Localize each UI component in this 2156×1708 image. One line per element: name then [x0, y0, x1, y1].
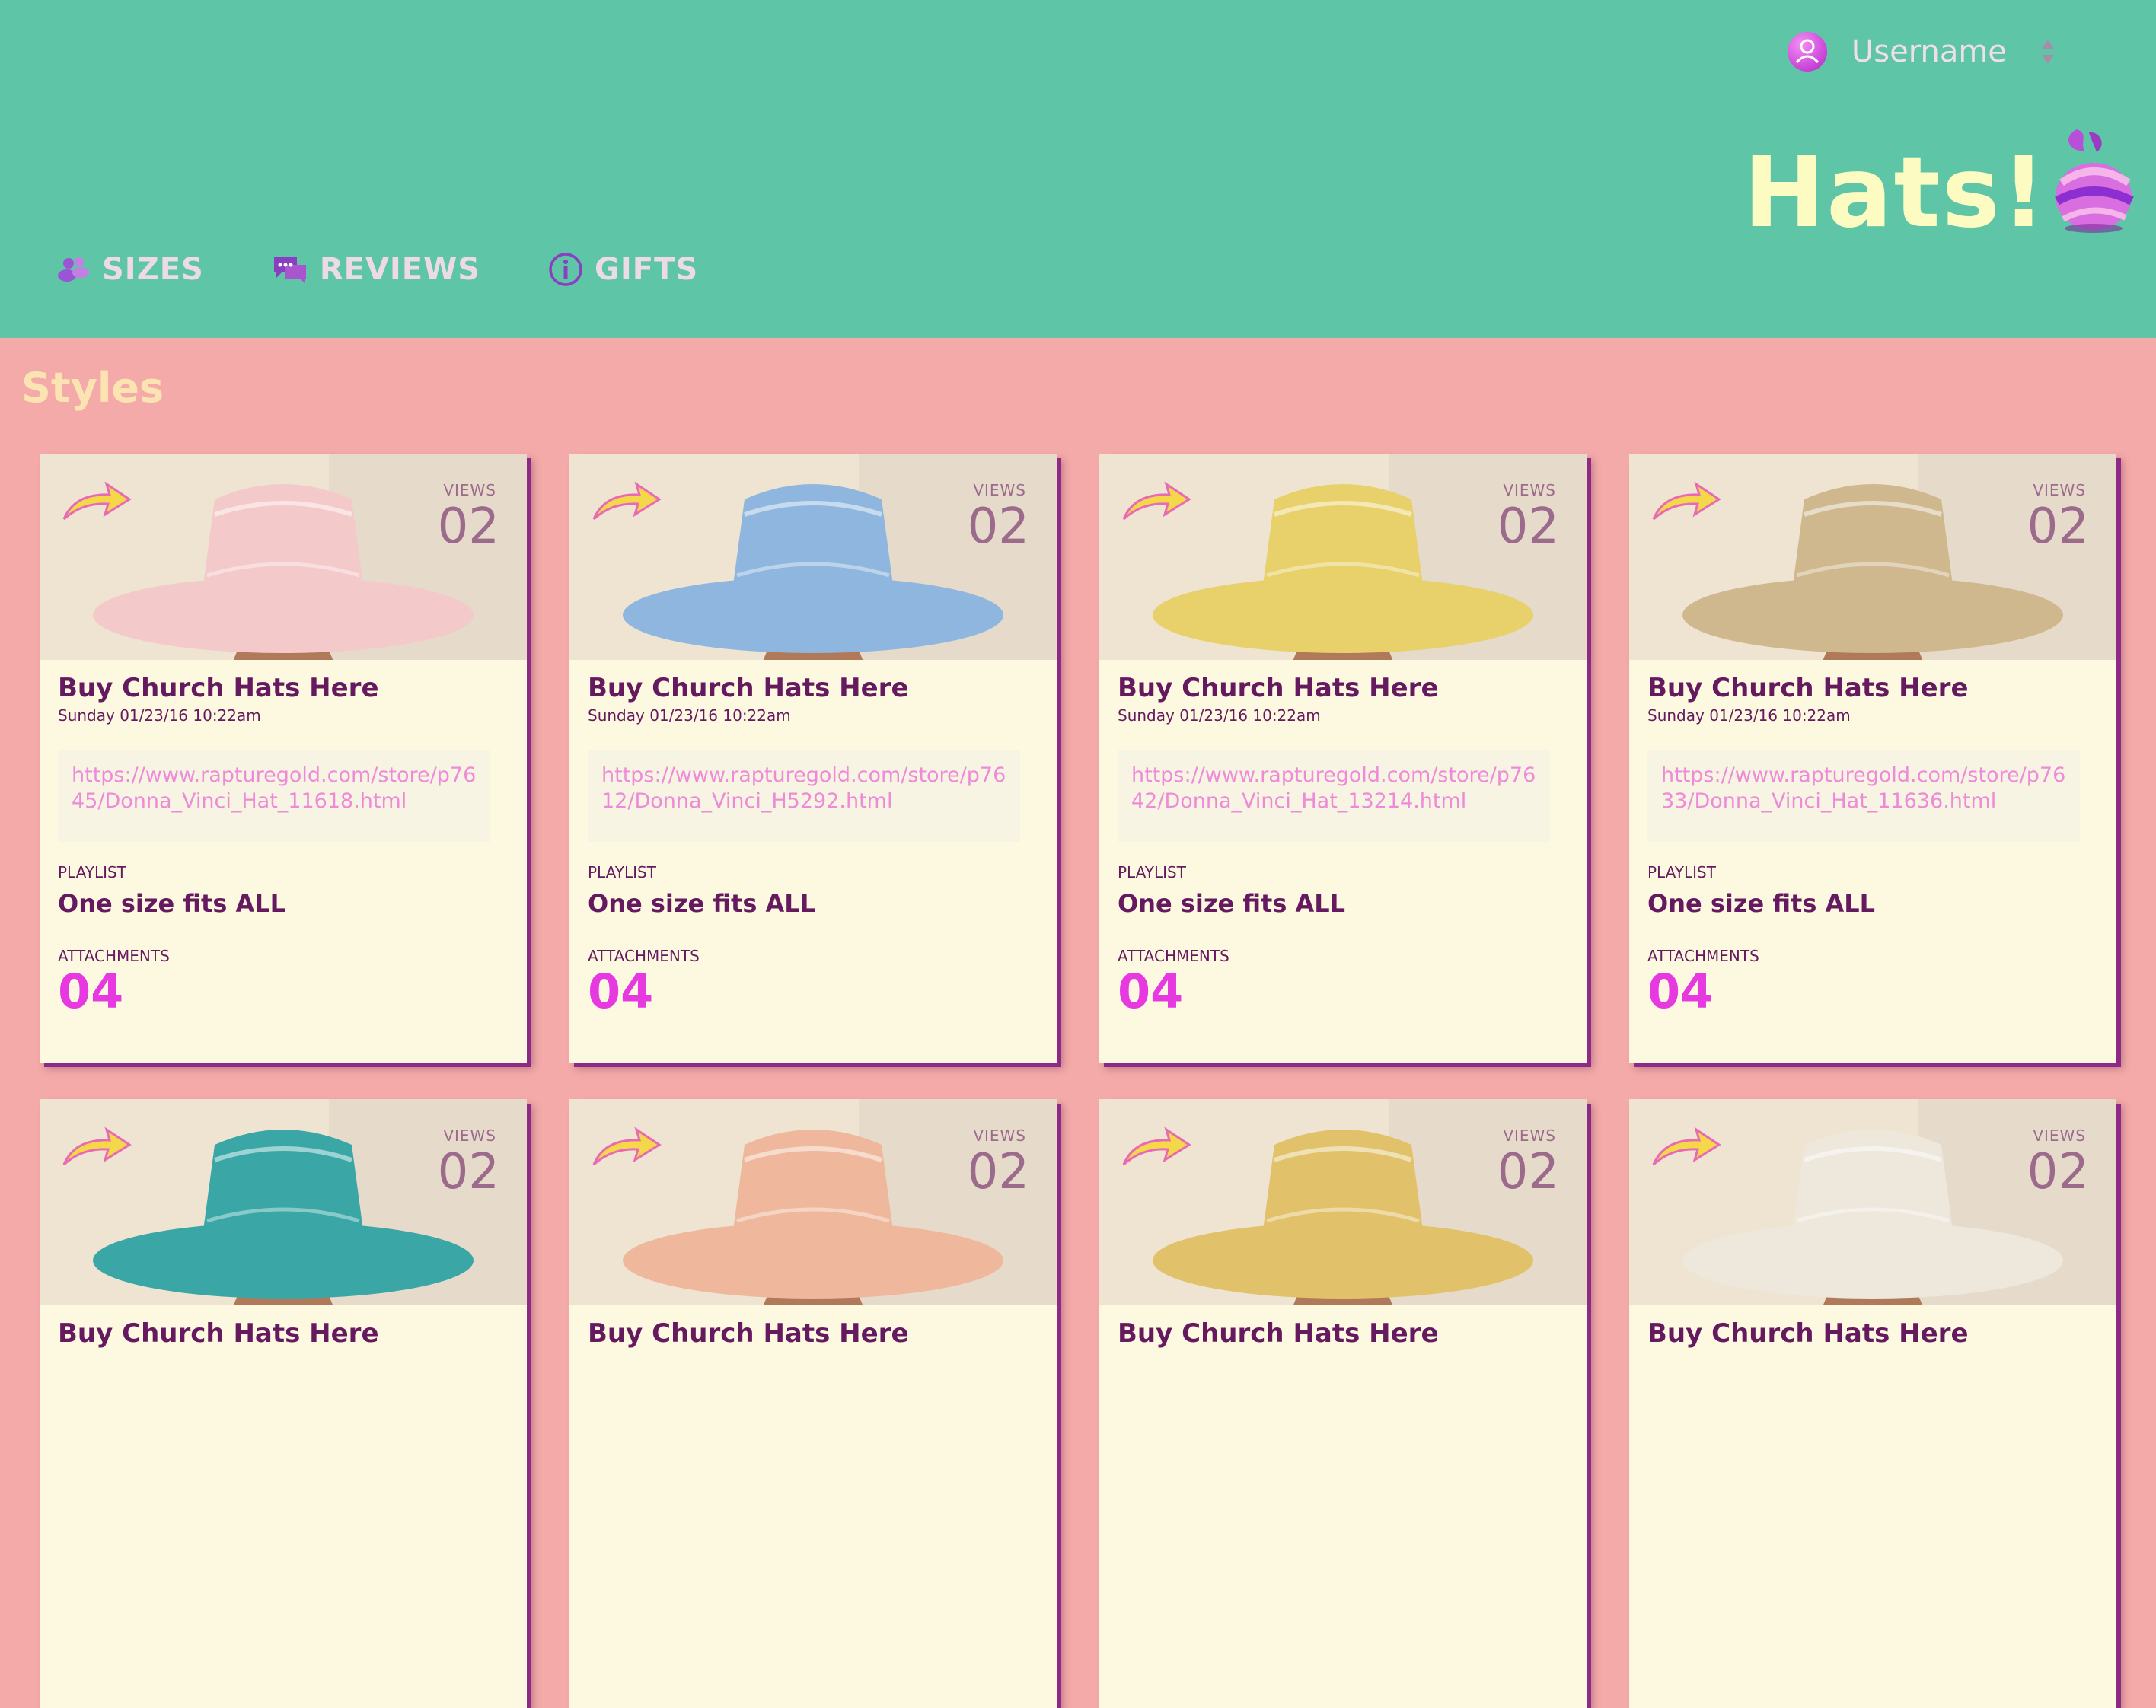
- share-arrow-icon[interactable]: [1119, 476, 1192, 528]
- card-views-label: VIEWS: [443, 481, 496, 499]
- card-views-count: 02: [967, 1144, 1029, 1200]
- card-pl-value: One size fits ALL: [1118, 889, 1346, 918]
- share-arrow-icon[interactable]: [1119, 1122, 1192, 1174]
- card-card-title[interactable]: Buy Church Hats Here: [588, 673, 909, 703]
- card-pl-label: PLAYLIST: [1647, 863, 1716, 881]
- card-card-title[interactable]: Buy Church Hats Here: [1647, 673, 1969, 703]
- hat-card[interactable]: VIEWS 02 Buy Church Hats Here: [1099, 1099, 1587, 1708]
- nav-label-gifts: GIFTS: [595, 252, 699, 287]
- card-views-label: VIEWS: [443, 1126, 496, 1145]
- nav-item-reviews[interactable]: REVIEWS: [271, 252, 480, 287]
- info-icon: [549, 253, 582, 286]
- card-pl-value: One size fits ALL: [1647, 889, 1876, 918]
- card-views-label: VIEWS: [1503, 481, 1556, 499]
- card-card-link[interactable]: https://www.rapturegold.com/store/p7642/…: [1118, 750, 1550, 842]
- hat-card[interactable]: VIEWS 02 Buy Church Hats Here Sunday 01/23/…: [1629, 454, 2116, 1063]
- nav-item-gifts[interactable]: GIFTS: [547, 251, 698, 288]
- hat-card[interactable]: VIEWS 02 Buy Church Hats Here Sunday 01/23/…: [569, 454, 1057, 1063]
- main-nav: SIZES REVIEWS GIFTS: [56, 251, 765, 288]
- card-views-label: VIEWS: [2033, 481, 2086, 499]
- card-views-count: 02: [2027, 499, 2089, 555]
- card-att-value: 04: [588, 964, 654, 1019]
- share-arrow-icon[interactable]: [1649, 476, 1722, 528]
- card-att-label: ATTACHMENTS: [588, 947, 700, 965]
- nav-item-sizes[interactable]: SIZES: [56, 252, 204, 287]
- hat-card[interactable]: VIEWS 02 Buy Church Hats Here: [40, 1099, 527, 1708]
- card-att-value: 04: [58, 964, 124, 1019]
- card-views-count: 02: [1497, 499, 1559, 555]
- sort-caret-icon: [2041, 40, 2054, 64]
- users-icon: [58, 257, 89, 282]
- card-pl-label: PLAYLIST: [588, 863, 656, 881]
- card-pl-value: One size fits ALL: [588, 889, 816, 918]
- card-pl-value: One size fits ALL: [58, 889, 286, 918]
- card-views-count: 02: [1497, 1144, 1559, 1200]
- user-avatar-icon: [1788, 32, 1827, 72]
- user-menu[interactable]: Username: [1788, 21, 2056, 82]
- card-card-title[interactable]: Buy Church Hats Here: [58, 1318, 379, 1349]
- card-card-link[interactable]: https://www.rapturegold.com/store/p7633/…: [1647, 750, 2080, 842]
- brand-title: Hats!: [1743, 136, 2048, 250]
- card-views-count: 02: [2027, 1144, 2089, 1200]
- share-arrow-icon[interactable]: [589, 1122, 662, 1174]
- card-card-title[interactable]: Buy Church Hats Here: [1118, 673, 1439, 703]
- card-card-link[interactable]: https://www.rapturegold.com/store/p7645/…: [58, 750, 490, 842]
- hat-card[interactable]: VIEWS 02 Buy Church Hats Here: [1629, 1099, 2116, 1708]
- card-att-label: ATTACHMENTS: [58, 947, 170, 965]
- nav-label-sizes: SIZES: [102, 252, 204, 287]
- card-views-label: VIEWS: [1503, 1126, 1556, 1145]
- username-label: Username: [1851, 34, 2007, 69]
- card-card-date: Sunday 01/23/16 10:22am: [58, 706, 261, 725]
- app-header: Username Hats! SIZES REVIEWS GIFTS: [0, 0, 2156, 338]
- card-views-label: VIEWS: [973, 1126, 1026, 1145]
- card-att-label: ATTACHMENTS: [1118, 947, 1229, 965]
- card-att-label: ATTACHMENTS: [1647, 947, 1759, 965]
- hat-logo-icon: [2055, 129, 2134, 233]
- card-att-value: 04: [1647, 964, 1714, 1019]
- card-card-link[interactable]: https://www.rapturegold.com/store/p7612/…: [588, 750, 1020, 842]
- card-card-title[interactable]: Buy Church Hats Here: [1647, 1318, 1969, 1349]
- hat-card[interactable]: VIEWS 02 Buy Church Hats Here Sunday 01/23/…: [40, 454, 527, 1063]
- card-pl-label: PLAYLIST: [58, 863, 126, 881]
- card-att-value: 04: [1118, 964, 1184, 1019]
- hat-card[interactable]: VIEWS 02 Buy Church Hats Here Sunday 01/23/…: [1099, 454, 1587, 1063]
- nav-label-reviews: REVIEWS: [319, 252, 481, 287]
- share-arrow-icon[interactable]: [59, 476, 132, 528]
- card-views-count: 02: [967, 499, 1029, 555]
- share-arrow-icon[interactable]: [589, 476, 662, 528]
- chat-icon: [273, 257, 306, 283]
- card-card-date: Sunday 01/23/16 10:22am: [1118, 706, 1321, 725]
- card-card-title[interactable]: Buy Church Hats Here: [1118, 1318, 1439, 1349]
- share-arrow-icon[interactable]: [59, 1122, 132, 1174]
- card-card-title[interactable]: Buy Church Hats Here: [58, 673, 379, 703]
- section-title: Styles: [21, 364, 164, 412]
- card-card-date: Sunday 01/23/16 10:22am: [588, 706, 791, 725]
- card-pl-label: PLAYLIST: [1118, 863, 1186, 881]
- card-views-label: VIEWS: [2033, 1126, 2086, 1145]
- card-card-date: Sunday 01/23/16 10:22am: [1647, 706, 1851, 725]
- hat-card[interactable]: VIEWS 02 Buy Church Hats Here: [569, 1099, 1057, 1708]
- card-views-count: 02: [437, 499, 499, 555]
- card-card-title[interactable]: Buy Church Hats Here: [588, 1318, 909, 1349]
- card-views-count: 02: [437, 1144, 499, 1200]
- card-views-label: VIEWS: [973, 481, 1026, 499]
- share-arrow-icon[interactable]: [1649, 1122, 1722, 1174]
